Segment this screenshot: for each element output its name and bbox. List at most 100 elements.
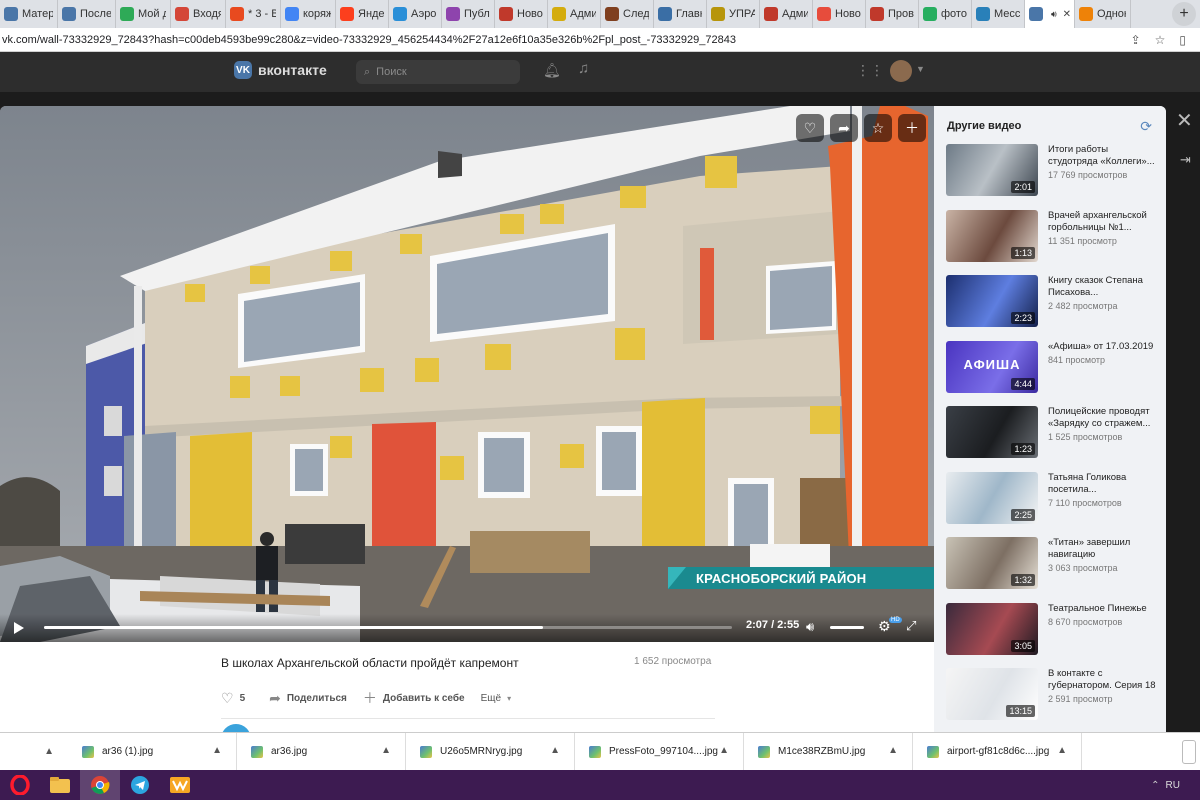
chevron-up-icon[interactable]: ⌃ [1151,780,1159,791]
download-item[interactable]: M1ce38RZBmU.jpg ▲ [744,732,913,771]
opera-icon[interactable] [0,770,40,800]
video-title[interactable]: «Титан» завершил навигацию [1048,537,1158,561]
list-item[interactable]: 13:15 В контакте с губернатором. Серия 18… [946,668,1158,724]
chevron-up-icon[interactable]: ▲ [719,745,729,756]
video-player[interactable]: ♡ ➦ ☆ ＋ КРАСНОБОРСКИЙ РАЙОН 2:07 / 2:55 … [0,106,934,642]
browser-tab[interactable]: Следс [601,0,654,28]
video-thumbnail[interactable]: 3:05 [946,602,1038,655]
sidebar-icon[interactable]: ▯ [1179,33,1186,47]
list-item[interactable]: 1:23 Полицейские проводят «Зарядку со стр… [946,406,1158,462]
download-item[interactable]: U26o5MRNryg.jpg ▲ [406,732,575,771]
language-indicator[interactable]: RU [1166,780,1180,791]
download-item[interactable]: airport-gf81c8d6c....jpg ▲ [913,732,1082,771]
chevron-up-icon[interactable]: ▲ [1057,745,1067,756]
browser-tab[interactable]: Аэроп [389,0,442,28]
video-title[interactable]: Итоги работы студотряда «Коллеги»... [1048,144,1158,168]
browser-tab[interactable]: Матер [0,0,58,28]
volume-icon[interactable]: 🔊︎ [806,619,814,635]
list-item[interactable]: 2:25 Татьяна Голикова посетила... 7 110 пр… [946,471,1158,528]
telegram-icon[interactable] [120,770,160,800]
video-thumbnail[interactable]: 2:25 [946,471,1038,524]
browser-tab[interactable]: коряж [281,0,336,28]
folder-icon[interactable] [40,770,80,800]
bell-icon[interactable]: 🔔︎ [543,62,561,79]
browser-tab[interactable]: Адми [760,0,813,28]
apps-grid-icon[interactable]: ⋮⋮ [856,62,884,79]
chevron-up-icon[interactable]: ▲ [381,745,391,756]
browser-tab[interactable]: УПРА [707,0,760,28]
download-item[interactable]: PressFoto_997104....jpg ▲ [575,732,744,771]
vk-logo[interactable]: VK вконтакте [234,61,327,79]
chevron-up-icon[interactable]: ▲ [0,746,68,757]
list-item[interactable]: 3:05 Театральное Пинежье 8 670 просмотров [946,602,1158,659]
chevron-up-icon[interactable]: ▲ [212,745,222,756]
video-title[interactable]: В контакте с губернатором. Серия 18 [1048,668,1158,692]
volume-slider[interactable] [830,626,864,629]
video-thumbnail[interactable]: 1:13 [946,209,1038,262]
winamp-icon[interactable] [160,770,200,800]
video-thumbnail[interactable]: 1:32 [946,537,1038,589]
list-item[interactable]: 2:01 Итоги работы студотряда «Коллеги»...… [946,144,1158,200]
chevron-up-icon[interactable]: ▲ [888,745,898,756]
video-thumbnail[interactable]: 2:23 [946,275,1038,327]
address-bar[interactable]: vk.com/wall-73332929_72843?hash=c00deb45… [0,28,1200,52]
browser-tab[interactable]: Однок [1075,0,1131,28]
browser-tab[interactable]: После [58,0,116,28]
like-button[interactable]: ♡ 5 [221,690,245,707]
video-title[interactable]: Врачей архангельской горбольницы №1... [1048,210,1158,234]
browser-tab[interactable]: Яндек [336,0,389,28]
browser-tab[interactable]: Главн [654,0,707,28]
favorite-star-icon[interactable]: ☆ [864,114,892,142]
video-title[interactable]: Полицейские проводят «Зарядку со стражем… [1048,406,1158,430]
url-text[interactable]: vk.com/wall-73332929_72843?hash=c00deb45… [0,34,1131,46]
video-thumbnail[interactable]: 13:15 [946,668,1038,720]
list-item[interactable]: АФИША 4:44 «Афиша» от 17.03.2019 841 просмо… [946,340,1158,397]
music-icon[interactable]: ♫ [578,60,589,77]
browser-tab[interactable]: Публи [442,0,495,28]
fullscreen-icon[interactable]: ⤢ [906,618,916,634]
vk-search-input[interactable]: ⌕ Поиск [356,60,520,84]
video-title[interactable]: Книгу сказок Степана Писахова... [1048,275,1158,299]
chevron-down-icon[interactable]: ▼ [916,64,925,74]
progress-bar[interactable] [44,626,732,629]
browser-tab[interactable]: 🔊︎ ✕ [1025,0,1075,28]
video-title[interactable]: Татьяна Голикова посетила... [1048,472,1158,496]
download-item[interactable]: ar36.jpg ▲ [237,732,406,771]
video-title[interactable]: «Афиша» от 17.03.2019 [1048,341,1158,353]
add-to-mine-button[interactable]: ＋ Добавить к себе [363,688,465,708]
browser-tab[interactable]: Мой д [116,0,171,28]
refresh-icon[interactable]: ⟳ [1140,118,1152,135]
close-icon[interactable]: ✕ [1176,108,1193,133]
chrome-icon[interactable] [80,770,120,800]
list-item[interactable]: 2:23 Книгу сказок Степана Писахова... 2 48… [946,275,1158,331]
browser-tab[interactable]: * 3 - В [226,0,281,28]
list-item[interactable]: 1:13 Врачей архангельской горбольницы №1.… [946,209,1158,266]
browser-tab[interactable]: Адми [548,0,601,28]
share-icon[interactable]: ⇪ [1131,33,1141,47]
add-video-icon[interactable]: ＋ [898,114,926,142]
video-thumbnail[interactable]: 2:01 [946,144,1038,196]
chevron-up-icon[interactable]: ▲ [550,745,560,756]
close-icon[interactable]: ✕ [1061,9,1071,20]
browser-tab[interactable]: Ново [495,0,548,28]
download-item[interactable]: ar36 (1).jpg ▲ [68,732,237,771]
avatar[interactable] [221,724,251,732]
share-button[interactable]: ➦ Поделиться [269,690,347,707]
browser-tab[interactable]: Входя [171,0,226,28]
browser-tab[interactable]: Прове [866,0,919,28]
list-item[interactable]: 1:32 «Титан» завершил навигацию 3 063 прос… [946,537,1158,593]
like-video-icon[interactable]: ♡ [796,114,824,142]
browser-tab[interactable]: Новос [813,0,866,28]
more-button[interactable]: Ещё ▾ [481,693,511,704]
new-tab-button[interactable]: + [1172,2,1196,26]
bookmark-star-icon[interactable]: ☆ [1155,33,1166,47]
video-thumbnail[interactable]: 1:23 [946,406,1038,458]
speaker-icon[interactable]: 🔊︎ [1051,9,1057,20]
show-all-downloads-button[interactable] [1182,739,1196,764]
browser-tab[interactable]: Мессе [972,0,1025,28]
play-icon[interactable] [14,622,24,634]
share-video-icon[interactable]: ➦ [830,114,858,142]
video-thumbnail[interactable]: АФИША 4:44 [946,340,1038,393]
dock-icon[interactable]: ⇥ [1180,152,1191,168]
browser-tab[interactable]: фото [919,0,972,28]
